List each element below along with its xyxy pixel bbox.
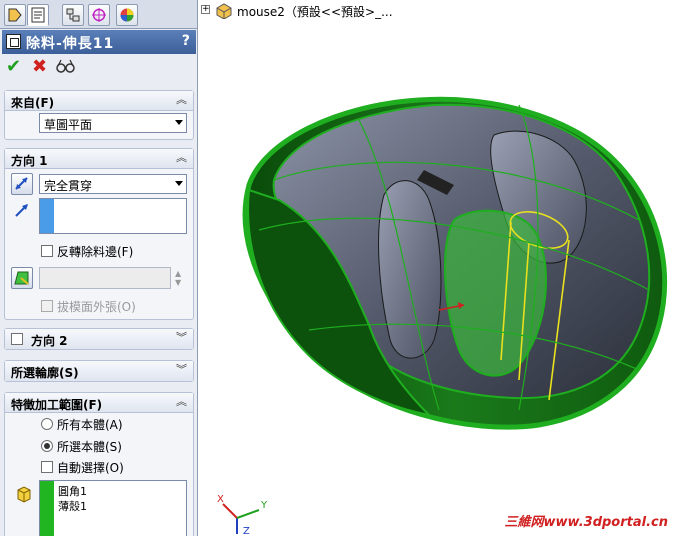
direction2-group: 方向 2 ︾ [4,328,194,350]
manager-tabs [0,0,197,29]
selected-contours-group: 所選輪廓(S) ︾ [4,360,194,382]
from-group-title: 來自(F) [11,96,55,110]
collapse-icon[interactable]: ︽ [176,151,187,165]
svg-text:X: X [217,494,224,505]
tab-property-manager[interactable] [27,4,49,26]
direction1-group: 方向 1 ︽ 完全貫穿 反轉除料邊(F) ▲ ▼ 拔模面外張(O) [4,148,194,320]
from-group-header[interactable]: 來自(F) ︽ [5,91,193,111]
property-manager-icon [31,7,45,23]
spin-up-icon[interactable]: ▲ [175,269,181,278]
chevron-down-icon [175,181,183,186]
selection-color-bar [40,481,54,536]
draft-outward-label: 拔模面外張(O) [57,300,136,314]
draft-icon [14,271,29,285]
direction2-group-header[interactable]: 方向 2 ︾ [5,329,193,349]
chevron-down-icon [175,120,183,125]
action-buttons: ✔ ✖ [2,56,196,80]
collapse-icon[interactable]: ︽ [176,395,187,409]
feature-title: 除料-伸長11 [26,36,115,52]
display-manager-icon [120,8,134,22]
collapse-icon[interactable]: ︽ [176,93,187,107]
coordinate-triad: X Y Z [217,494,268,536]
configuration-manager-icon [66,8,80,22]
feature-scope-title: 特徵加工範圍(F) [11,398,103,412]
tab-feature-manager[interactable] [4,4,26,26]
tab-dimxpert-manager[interactable] [88,4,110,26]
tab-display-manager[interactable] [116,4,138,26]
mouse-model[interactable] [219,80,686,440]
ok-button[interactable]: ✔ [6,57,21,77]
list-item[interactable]: 薄殼1 [58,498,87,514]
flip-side-label: 反轉除料邊(F) [57,245,134,259]
list-item[interactable]: 圓角1 [58,483,87,499]
tab-configuration-manager[interactable] [62,4,84,26]
preview-button[interactable] [56,58,76,80]
watermark: 三維网www.3dportal.cn [504,515,668,530]
from-group: 來自(F) ︽ 草圖平面 [4,90,194,140]
reverse-direction-button[interactable] [11,173,33,195]
direction1-title: 方向 1 [11,154,48,168]
reverse-direction-icon [15,177,28,190]
direction-vector-icon [15,204,28,217]
selected-bodies-label: 所選本體(S) [57,440,122,454]
glasses-icon [56,59,75,73]
draft-outward-checkbox[interactable] [41,300,53,312]
direction-reference-field[interactable] [39,198,187,234]
draft-angle-spinner[interactable]: ▲ ▼ [173,267,185,289]
end-condition-value: 完全貫穿 [44,179,93,193]
svg-text:Z: Z [243,526,250,536]
draft-button[interactable] [11,267,33,289]
direction2-checkbox[interactable] [11,333,23,345]
graphics-area[interactable]: + mouse2（預設<<預設>_... X Y Z 三維网www.3dport… [199,0,686,536]
all-bodies-radio[interactable] [41,418,53,430]
solid-body-icon [17,486,31,503]
all-bodies-label: 所有本體(A) [57,418,123,432]
svg-text:Y: Y [260,500,268,511]
direction1-group-header[interactable]: 方向 1 ︽ [5,149,193,169]
part-icon [216,3,232,19]
feature-scope-header[interactable]: 特徵加工範圍(F) ︽ [5,393,193,413]
feature-manager-icon [8,8,22,22]
selected-contours-title: 所選輪廓(S) [11,366,79,380]
feature-scope-group: 特徵加工範圍(F) ︽ 所有本體(A) 所選本體(S) 自動選擇(O) 圓角1 … [4,392,194,536]
property-manager-panel: 除料-伸長11 ? ✔ ✖ 來自(F) ︽ 草圖平面 方向 1 ︽ 完全貫穿 反… [0,0,198,536]
expand-icon[interactable]: ︾ [176,331,187,345]
from-select[interactable]: 草圖平面 [39,113,187,133]
bodies-list[interactable]: 圓角1 薄殼1 [39,480,187,536]
expand-icon[interactable]: ︾ [176,363,187,377]
draft-angle-input[interactable] [39,267,171,289]
auto-select-label: 自動選擇(O) [57,461,124,475]
selection-color-bar [40,199,54,233]
end-condition-select[interactable]: 完全貫穿 [39,174,187,194]
spin-down-icon[interactable]: ▼ [175,278,181,287]
part-name: mouse2（預設<<預設>_... [237,5,393,19]
selected-bodies-radio[interactable] [41,440,53,452]
direction2-title: 方向 2 [31,334,68,348]
flip-side-checkbox[interactable] [41,245,53,257]
from-select-value: 草圖平面 [44,118,93,132]
help-button[interactable]: ? [182,33,190,49]
extruded-cut-icon [6,34,21,49]
expand-tree-icon[interactable]: + [201,5,210,14]
selected-contours-header[interactable]: 所選輪廓(S) ︾ [5,361,193,381]
feature-title-bar: 除料-伸長11 ? [2,30,196,54]
left-button-shape [378,180,442,359]
cancel-button[interactable]: ✖ [32,57,47,77]
auto-select-checkbox[interactable] [41,461,53,473]
dimxpert-icon [92,8,106,22]
